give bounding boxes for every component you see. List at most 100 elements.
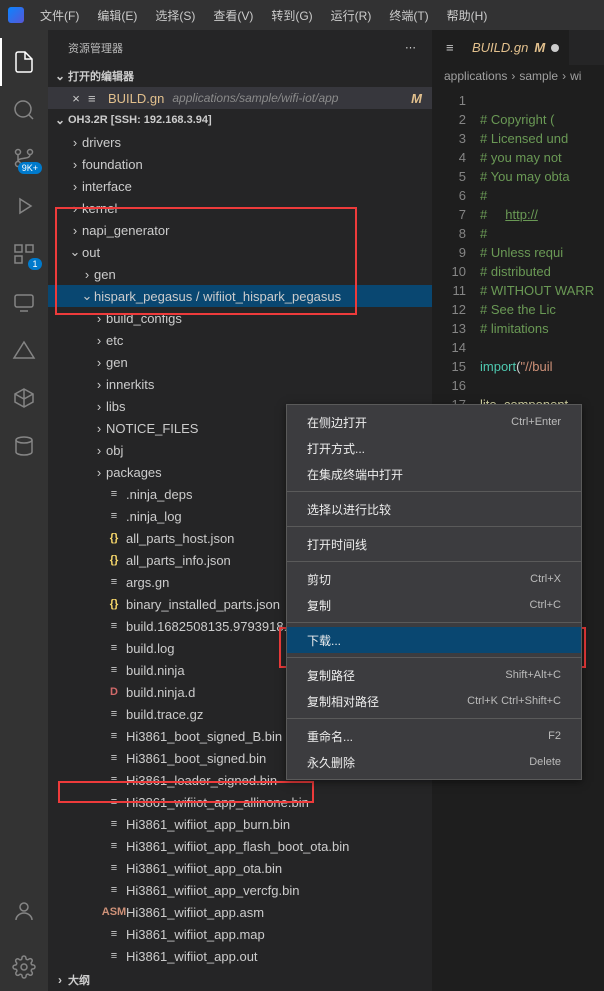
menu-run[interactable]: 运行(R) (323, 3, 380, 28)
tree-folder[interactable]: ›kernel (48, 197, 432, 219)
breadcrumb-part[interactable]: applications (444, 69, 507, 83)
open-editor-filename: BUILD.gn (108, 91, 164, 106)
menu-view[interactable]: 查看(V) (205, 3, 261, 28)
tab-filename: BUILD.gn (472, 40, 528, 55)
context-menu-item[interactable]: 选择以进行比较 (287, 496, 581, 522)
context-menu-item[interactable]: 复制路径Shift+Alt+C (287, 662, 581, 688)
context-menu-item[interactable]: 复制相对路径Ctrl+K Ctrl+Shift+C (287, 688, 581, 714)
triangle-icon (12, 338, 36, 362)
activity-remote[interactable] (0, 278, 48, 326)
tree-folder[interactable]: ›napi_generator (48, 219, 432, 241)
context-menu-item[interactable]: 打开时间线 (287, 531, 581, 557)
context-menu-item[interactable]: 复制Ctrl+C (287, 592, 581, 618)
open-editors-label: 打开的编辑器 (68, 68, 134, 84)
chevron-right-icon: › (52, 973, 68, 987)
context-menu-item[interactable]: 打开方式... (287, 435, 581, 461)
workspace-label: OH3.2R [SSH: 192.168.3.94] (68, 114, 212, 126)
tree-file[interactable]: ≡Hi3861_wifiiot_app_ota.bin (48, 857, 432, 879)
file-icon: ≡ (88, 91, 104, 106)
menu-separator (287, 718, 581, 719)
cube-icon (12, 386, 36, 410)
menubar: 文件(F) 编辑(E) 选择(S) 查看(V) 转到(G) 运行(R) 终端(T… (32, 3, 495, 28)
sidebar-header: 资源管理器 ⋯ (48, 30, 432, 65)
menu-terminal[interactable]: 终端(T) (381, 3, 436, 28)
search-icon (12, 98, 36, 122)
menu-edit[interactable]: 编辑(E) (89, 3, 145, 28)
gear-icon (12, 955, 36, 979)
tree-folder[interactable]: ›drivers (48, 131, 432, 153)
dirty-dot-icon (551, 44, 559, 52)
context-menu: 在侧边打开Ctrl+Enter打开方式...在集成终端中打开选择以进行比较打开时… (286, 404, 582, 780)
tree-file[interactable]: ≡Hi3861_wifiiot_app.map (48, 923, 432, 945)
remote-icon (12, 290, 36, 314)
section-outline[interactable]: › 大纲 (48, 969, 432, 991)
section-workspace[interactable]: ⌄ OH3.2R [SSH: 192.168.3.94] (48, 109, 432, 131)
sidebar-title: 资源管理器 (68, 40, 123, 56)
activity-drive[interactable] (0, 326, 48, 374)
database-icon (12, 434, 36, 458)
activity-source-control[interactable]: 9K+ (0, 134, 48, 182)
tree-folder[interactable]: ›etc (48, 329, 432, 351)
menu-file[interactable]: 文件(F) (32, 3, 87, 28)
tree-file[interactable]: ≡Hi3861_wifiiot_app_vercfg.bin (48, 879, 432, 901)
tree-file[interactable]: ASMHi3861_wifiiot_app.asm (48, 901, 432, 923)
breadcrumb[interactable]: applications › sample › wi (432, 65, 604, 87)
activity-bar: 9K+ 1 (0, 30, 48, 991)
modified-indicator: M (534, 40, 545, 55)
context-menu-item[interactable]: 下载... (287, 627, 581, 653)
tab-bar: ≡ BUILD.gn M (432, 30, 604, 65)
menu-selection[interactable]: 选择(S) (147, 3, 203, 28)
ext-badge: 1 (28, 258, 42, 270)
tree-folder-out[interactable]: ⌄out (48, 241, 432, 263)
tree-file[interactable]: ≡Hi3861_wifiiot_app_flash_boot_ota.bin (48, 835, 432, 857)
context-menu-item[interactable]: 在集成终端中打开 (287, 461, 581, 487)
breadcrumb-part[interactable]: sample (519, 69, 558, 83)
tree-folder-hispark[interactable]: ⌄hispark_pegasus / wifiiot_hispark_pegas… (48, 285, 432, 307)
menu-separator (287, 526, 581, 527)
breadcrumb-part[interactable]: wi (570, 69, 581, 83)
activity-extensions[interactable]: 1 (0, 230, 48, 278)
tree-file-allinone[interactable]: ≡Hi3861_wifiiot_app_allinone.bin (48, 791, 432, 813)
outline-label: 大纲 (68, 972, 90, 988)
context-menu-item[interactable]: 重命名...F2 (287, 723, 581, 749)
tree-folder[interactable]: ›gen (48, 263, 432, 285)
tree-folder[interactable]: ›build_configs (48, 307, 432, 329)
activity-explorer[interactable] (0, 38, 48, 86)
play-icon (12, 194, 36, 218)
tree-folder[interactable]: ›interface (48, 175, 432, 197)
app-logo-icon (8, 7, 24, 23)
activity-settings[interactable] (0, 943, 48, 991)
menu-separator (287, 491, 581, 492)
menu-separator (287, 622, 581, 623)
chevron-down-icon: ⌄ (52, 113, 68, 127)
more-icon[interactable]: ⋯ (405, 41, 416, 54)
close-icon[interactable]: × (68, 91, 84, 106)
file-icon: ≡ (446, 40, 462, 55)
activity-project[interactable] (0, 374, 48, 422)
context-menu-item[interactable]: 剪切Ctrl+X (287, 566, 581, 592)
activity-account[interactable] (0, 887, 48, 935)
menu-separator (287, 561, 581, 562)
editor-tab[interactable]: ≡ BUILD.gn M (432, 30, 570, 65)
open-editor-item[interactable]: × ≡ BUILD.gn applications/sample/wifi-io… (48, 87, 432, 109)
tree-folder[interactable]: ›innerkits (48, 373, 432, 395)
section-open-editors[interactable]: ⌄ 打开的编辑器 (48, 65, 432, 87)
scm-badge: 9K+ (18, 162, 42, 174)
open-editor-path: applications/sample/wifi-iot/app (172, 91, 338, 105)
activity-debug[interactable] (0, 182, 48, 230)
tree-file[interactable]: ≡Hi3861_wifiiot_app.out (48, 945, 432, 967)
context-menu-item[interactable]: 永久删除Delete (287, 749, 581, 775)
titlebar: 文件(F) 编辑(E) 选择(S) 查看(V) 转到(G) 运行(R) 终端(T… (0, 0, 604, 30)
context-menu-item[interactable]: 在侧边打开Ctrl+Enter (287, 409, 581, 435)
tree-folder[interactable]: ›gen (48, 351, 432, 373)
menu-help[interactable]: 帮助(H) (439, 3, 496, 28)
account-icon (12, 899, 36, 923)
modified-badge: M (411, 91, 422, 106)
menu-go[interactable]: 转到(G) (263, 3, 320, 28)
chevron-down-icon: ⌄ (52, 69, 68, 83)
tree-folder[interactable]: ›foundation (48, 153, 432, 175)
activity-search[interactable] (0, 86, 48, 134)
menu-separator (287, 657, 581, 658)
tree-file[interactable]: ≡Hi3861_wifiiot_app_burn.bin (48, 813, 432, 835)
activity-database[interactable] (0, 422, 48, 470)
